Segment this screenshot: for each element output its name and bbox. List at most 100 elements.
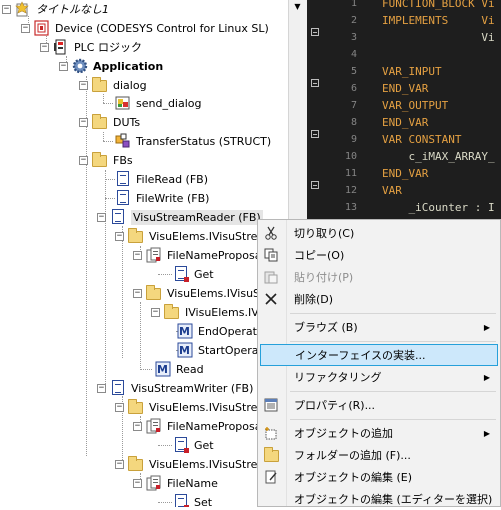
property-icon <box>146 475 162 491</box>
tree-node-plc-logic[interactable]: − PLC ロジック <box>40 38 142 56</box>
add-object-icon <box>262 424 280 442</box>
folder-icon <box>92 114 108 130</box>
collapse-icon[interactable]: − <box>151 307 160 317</box>
tree-node-interface-folder[interactable]: − VisuElems.IVisuStrea <box>115 398 264 416</box>
tree-node-property[interactable]: − FileName <box>133 474 218 492</box>
tree-node-transfer-status[interactable]: TransferStatus (STRUCT) <box>115 132 271 150</box>
menu-item-browse[interactable]: ブラウズ (B) ▶ <box>260 316 498 338</box>
code-line: FUNCTION_BLOCK Vi <box>382 0 495 10</box>
menu-item-label: 削除(D) <box>294 293 334 306</box>
tree-node-method[interactable]: M EndOperatio <box>177 322 267 340</box>
menu-item-copy[interactable]: コピー(O) <box>260 244 498 266</box>
collapse-icon[interactable]: − <box>97 383 106 393</box>
tree-node-fileread[interactable]: FileRead (FB) <box>115 170 208 188</box>
tree-node-dialog-folder[interactable]: − dialog <box>79 76 147 94</box>
menu-item-delete[interactable]: 削除(D) <box>260 288 498 310</box>
property-icon <box>146 418 162 434</box>
edit-object-icon <box>262 468 280 486</box>
context-menu[interactable]: 切り取り(C) コピー(O) 貼り付け(P) 削除(D) ブラウズ (B) ▶ … <box>257 219 501 507</box>
delete-x-icon <box>262 290 280 308</box>
code-line: VAR_OUTPUT <box>382 99 449 112</box>
tree-node-fbs-folder[interactable]: − FBs <box>79 151 133 169</box>
collapse-icon[interactable]: − <box>79 155 88 165</box>
tree-node-get[interactable]: Get <box>173 265 214 283</box>
collapse-icon[interactable]: − <box>40 42 49 52</box>
code-editor[interactable]: 1 FUNCTION_BLOCK Vi 2 IMPLEMENTS Vi 3 Vi 4 5 VA… <box>307 0 501 222</box>
menu-separator <box>290 313 496 314</box>
collapse-icon[interactable]: − <box>133 421 142 431</box>
menu-item-cut[interactable]: 切り取り(C) <box>260 222 498 244</box>
menu-item-label: ブラウズ (B) <box>294 321 358 334</box>
tree-node-interface-folder[interactable]: − IVisuElems.IVisu <box>151 303 274 321</box>
folder-icon <box>92 152 108 168</box>
collapse-icon[interactable]: − <box>97 212 106 222</box>
plc-logic-icon <box>53 39 69 55</box>
device-tree-panel[interactable]: − タイトルなし1 − Device (CODESYS Control for … <box>0 0 288 507</box>
visualization-icon <box>115 95 131 111</box>
menu-item-edit-object[interactable]: オブジェクトの編集 (E) <box>260 466 498 488</box>
collapse-icon[interactable]: − <box>115 231 124 241</box>
struct-icon <box>115 133 131 149</box>
tree-node-application[interactable]: − Application <box>59 57 163 75</box>
collapse-icon[interactable]: − <box>79 117 88 127</box>
method-icon <box>173 437 189 453</box>
tree-node-label: Get <box>194 267 214 281</box>
menu-item-add-object[interactable]: オブジェクトの追加 ▶ <box>260 422 498 444</box>
tree-node-label: dialog <box>113 78 147 92</box>
tree-node-filewrite[interactable]: FileWrite (FB) <box>115 189 209 207</box>
tree-node-get[interactable]: Get <box>173 436 214 454</box>
collapse-icon[interactable]: − <box>2 4 11 14</box>
collapse-icon[interactable]: − <box>115 402 124 412</box>
code-line: Vi <box>382 31 495 44</box>
menu-item-properties[interactable]: プロパティ(R)... <box>260 394 498 416</box>
tree-node-visustreamwriter[interactable]: − VisuStreamWriter (FB) <box>97 379 253 397</box>
tree-node-label: Set <box>194 495 213 508</box>
tree-node-device[interactable]: − Device (CODESYS Control for Linux SL) <box>21 19 269 37</box>
submenu-arrow-icon: ▶ <box>483 428 490 438</box>
tree-node-method[interactable]: M Read <box>155 360 204 378</box>
svg-text:M: M <box>179 325 190 338</box>
tree-node-property[interactable]: − FileNameProposa <box>133 246 262 264</box>
tree-node-set[interactable]: Set <box>173 493 212 507</box>
tree-node-label: VisuStreamReader (FB) <box>131 209 263 225</box>
tree-node-project[interactable]: − タイトルなし1 <box>2 0 109 18</box>
tree-node-label: VisuElems.IVisuStrea <box>149 229 265 243</box>
tree-node-interface-folder[interactable]: − VisuElems.IVisuStrea <box>115 227 264 245</box>
tree-node-label: DUTs <box>113 115 141 129</box>
collapse-icon[interactable]: − <box>133 288 142 298</box>
function-block-icon <box>115 190 131 206</box>
menu-item-implement-interfaces[interactable]: インターフェイスの実装... <box>260 344 498 366</box>
scissors-icon <box>262 224 280 242</box>
collapse-icon[interactable]: − <box>133 478 142 488</box>
device-icon <box>34 20 50 36</box>
tree-node-visustreamreader[interactable]: − VisuStreamReader (FB) <box>97 208 263 226</box>
code-line: c_iMAX_ARRAY_ <box>382 150 495 163</box>
menu-item-label: リファクタリング <box>294 371 382 384</box>
menu-item-refactoring[interactable]: リファクタリング ▶ <box>260 366 498 388</box>
collapse-icon[interactable]: − <box>59 61 68 71</box>
tree-node-label: FileWrite (FB) <box>136 191 210 205</box>
line-number: 12 <box>344 185 357 196</box>
menu-item-label: オブジェクトの編集 (エディターを選択) <box>294 493 493 506</box>
tree-node-send-dialog[interactable]: send_dialog <box>115 94 202 112</box>
collapse-icon[interactable]: − <box>79 80 88 90</box>
tree-node-property[interactable]: − FileNameProposa <box>133 417 262 435</box>
tree-node-interface-folder[interactable]: − VisuElems.IVisuStrea <box>115 455 264 473</box>
folder-icon <box>164 304 180 320</box>
collapse-icon[interactable]: − <box>115 459 124 469</box>
tree-node-label: StartOperat <box>198 343 263 357</box>
collapse-icon[interactable]: − <box>21 23 30 33</box>
tree-node-duts-folder[interactable]: − DUTs <box>79 113 140 131</box>
line-number: 2 <box>350 15 357 26</box>
menu-item-label: プロパティ(R)... <box>294 399 376 412</box>
menu-item-paste[interactable]: 貼り付け(P) <box>260 266 498 288</box>
menu-item-add-folder[interactable]: フォルダーの追加 (F)... <box>260 444 498 466</box>
menu-item-label: 貼り付け(P) <box>294 271 354 284</box>
dropdown-arrow-icon[interactable]: ▼ <box>289 0 306 14</box>
collapse-icon[interactable]: − <box>133 250 142 260</box>
tree-node-label: VisuElems.IVisuStrea <box>149 457 265 471</box>
menu-separator <box>290 391 496 392</box>
tree-node-method[interactable]: M StartOperat <box>177 341 263 359</box>
line-number: 6 <box>350 83 357 94</box>
menu-item-label: フォルダーの追加 (F)... <box>294 449 411 462</box>
